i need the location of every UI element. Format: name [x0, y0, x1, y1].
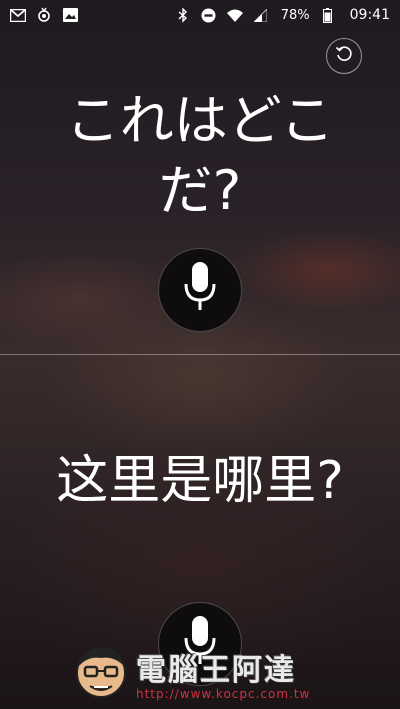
translated-phrase: 这里是哪里? — [56, 451, 344, 511]
status-bar: 78% 09:41 — [0, 0, 400, 30]
image-icon — [62, 7, 78, 23]
refresh-icon — [334, 44, 354, 68]
watermark-brand: 電腦王阿達 — [136, 653, 296, 688]
wifi-icon — [226, 7, 243, 23]
watermark: 電腦王阿達 http://www.kocpc.com.tw — [70, 638, 340, 708]
mascot-logo — [70, 640, 132, 706]
microphone-icon — [183, 262, 217, 318]
watermark-url: http://www.kocpc.com.tw — [136, 687, 311, 701]
signal-icon — [253, 7, 269, 23]
gmail-icon — [10, 7, 26, 23]
app-icon — [36, 7, 52, 23]
mic-button-top[interactable] — [158, 248, 242, 332]
battery-percent: 78% — [280, 7, 310, 23]
source-phrase: これはどこだ? — [65, 89, 335, 222]
battery-icon — [320, 7, 336, 23]
reset-button[interactable] — [326, 38, 362, 74]
panel-divider — [0, 354, 400, 355]
dnd-icon — [201, 7, 217, 23]
clock: 09:41 — [349, 7, 390, 23]
bluetooth-icon — [175, 7, 191, 23]
